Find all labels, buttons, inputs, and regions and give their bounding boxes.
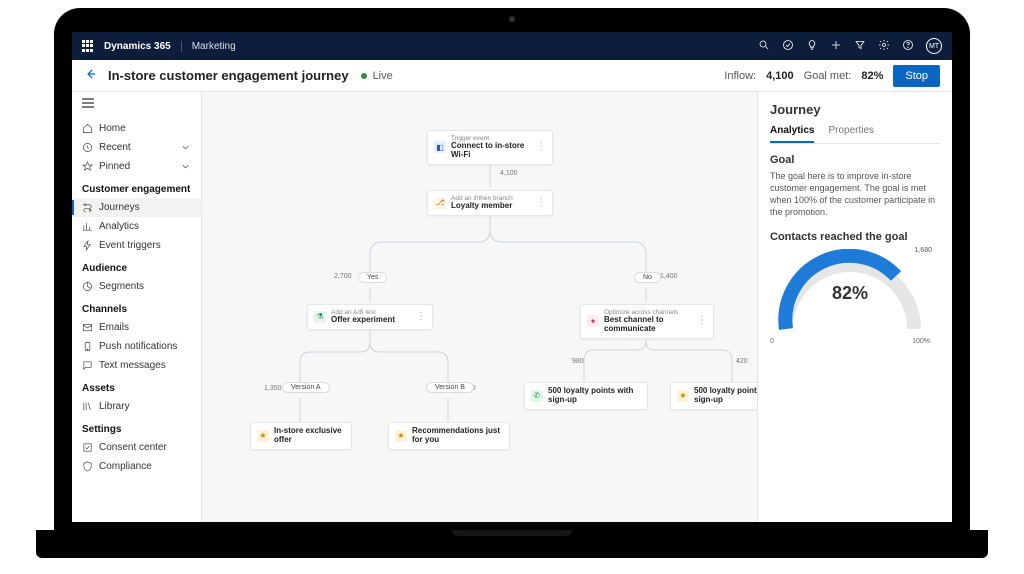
avatar[interactable]: MT — [926, 38, 942, 54]
filter-icon[interactable] — [854, 39, 866, 54]
flow-count: 2,700 — [334, 273, 352, 280]
sidebar-item-label: Journeys — [99, 202, 140, 213]
flow-count: 4,100 — [500, 170, 518, 177]
sidebar-section: Customer engagement — [72, 176, 201, 198]
tab-analytics[interactable]: Analytics — [770, 125, 814, 143]
sidebar-section: Settings — [72, 416, 201, 438]
stop-button[interactable]: Stop — [893, 65, 940, 87]
chevron-down-icon — [180, 142, 191, 153]
sidebar-item-label: Pinned — [99, 161, 130, 172]
node-optimize[interactable]: ✦ Optimize across channelsBest channel t… — [580, 304, 714, 339]
leaf-points-b[interactable]: ★ 500 loyalty points with sign-up — [670, 382, 757, 410]
sidebar-item-text[interactable]: Text messages — [72, 356, 201, 375]
sidebar-section: Audience — [72, 255, 201, 277]
sidebar-item-label: Compliance — [99, 461, 152, 472]
goal-heading: Goal — [770, 154, 940, 166]
goal-description: The goal here is to improve in-store cus… — [770, 170, 940, 219]
ab-pill-a[interactable]: Version A — [282, 382, 330, 393]
sidebar-item-label: Push notifications — [99, 341, 177, 352]
branch-icon: ⎇ — [434, 197, 446, 209]
gauge-max: 100% — [912, 338, 930, 345]
leaf-points-a[interactable]: ✆ 500 loyalty points with sign-up — [524, 382, 648, 410]
leaf-reco[interactable]: ★ Recommendations just for you — [388, 422, 510, 450]
status-label: Live — [373, 70, 393, 82]
gauge-chart: 1,680 82% 0 100% — [770, 249, 930, 339]
panel-title: Journey — [770, 102, 940, 117]
sidebar: Home Recent Pinned Customer engagement — [72, 92, 202, 522]
node-branch[interactable]: ⎇ Add an if/then branchLoyalty member ⋮ — [427, 190, 553, 216]
sidebar-item-pinned[interactable]: Pinned — [72, 157, 201, 176]
gauge-min: 0 — [770, 338, 774, 345]
chevron-down-icon — [180, 161, 191, 172]
optimize-icon: ✦ — [587, 315, 599, 327]
leaf-exclusive[interactable]: ★ In-store exclusive offer — [250, 422, 352, 450]
offer-icon: ★ — [395, 430, 407, 442]
offer-icon: ★ — [257, 430, 269, 442]
whatsapp-icon: ✆ — [531, 390, 543, 402]
goal-label: Goal met: — [804, 70, 852, 82]
search-icon[interactable] — [758, 39, 770, 54]
sidebar-item-label: Segments — [99, 281, 144, 292]
settings-icon[interactable] — [878, 39, 890, 54]
wifi-icon: ◧ — [434, 141, 446, 153]
sidebar-item-segments[interactable]: Segments — [72, 277, 201, 296]
brand-label: Dynamics 365 — [104, 41, 171, 52]
sidebar-item-emails[interactable]: Emails — [72, 318, 201, 337]
sidebar-item-label: Consent center — [99, 442, 167, 453]
flow-count: 1,350 — [264, 385, 282, 392]
contacts-heading: Contacts reached the goal — [770, 231, 940, 243]
add-icon[interactable] — [830, 39, 842, 54]
sidebar-item-label: Text messages — [99, 360, 166, 371]
inflow-value: 4,100 — [766, 70, 794, 82]
node-abtest[interactable]: ⚗ Add an A/B testOffer experiment ⋮ — [307, 304, 433, 330]
hamburger-icon[interactable] — [72, 92, 201, 117]
goal-value: 82% — [861, 70, 883, 82]
flow-count: 980 — [572, 358, 584, 365]
offer-icon: ★ — [677, 390, 689, 402]
sidebar-item-consent[interactable]: Consent center — [72, 438, 201, 457]
sidebar-item-label: Library — [99, 401, 130, 412]
sidebar-item-label: Home — [99, 123, 126, 134]
status-dot-icon — [361, 73, 367, 79]
help-icon[interactable] — [902, 39, 914, 54]
command-bar: In-store customer engagement journey Liv… — [72, 60, 952, 92]
global-header: Dynamics 365 Marketing MT — [72, 32, 952, 60]
tab-properties[interactable]: Properties — [828, 125, 874, 143]
sidebar-section: Assets — [72, 375, 201, 397]
sidebar-item-label: Analytics — [99, 221, 139, 232]
sidebar-item-label: Recent — [99, 142, 131, 153]
ab-pill-b[interactable]: Version B — [426, 382, 474, 393]
gauge-percent: 82% — [770, 283, 930, 304]
sidebar-item-event-triggers[interactable]: Event triggers — [72, 236, 201, 255]
node-trigger[interactable]: ◧ Trigger eventConnect to in-store Wi-Fi… — [427, 130, 553, 165]
back-button[interactable] — [84, 67, 98, 84]
sidebar-item-journeys[interactable]: Journeys — [72, 198, 201, 217]
sidebar-item-label: Emails — [99, 322, 129, 333]
lightbulb-icon[interactable] — [806, 39, 818, 54]
sidebar-item-compliance[interactable]: Compliance — [72, 457, 201, 476]
branch-pill-yes[interactable]: Yes — [358, 272, 387, 283]
flow-count: 420 — [736, 358, 748, 365]
inflow-label: Inflow: — [724, 70, 756, 82]
sidebar-item-label: Event triggers — [99, 240, 161, 251]
sidebar-item-recent[interactable]: Recent — [72, 138, 201, 157]
app-label: Marketing — [181, 41, 236, 52]
flow-count: 1,400 — [660, 273, 678, 280]
gauge-top-value: 1,680 — [914, 247, 932, 254]
sidebar-item-home[interactable]: Home — [72, 119, 201, 138]
branch-pill-no[interactable]: No — [634, 272, 661, 283]
app-launcher-icon[interactable] — [82, 40, 94, 52]
sidebar-item-library[interactable]: Library — [72, 397, 201, 416]
details-panel: Journey Analytics Properties Goal The go… — [757, 92, 952, 522]
sidebar-item-push[interactable]: Push notifications — [72, 337, 201, 356]
journey-canvas[interactable]: 4,100 2,700 1,400 1,350 1,350 980 420 Ye… — [202, 92, 757, 522]
page-title: In-store customer engagement journey — [108, 68, 349, 83]
sidebar-item-analytics[interactable]: Analytics — [72, 217, 201, 236]
abtest-icon: ⚗ — [314, 311, 326, 323]
sidebar-section: Channels — [72, 296, 201, 318]
task-icon[interactable] — [782, 39, 794, 54]
